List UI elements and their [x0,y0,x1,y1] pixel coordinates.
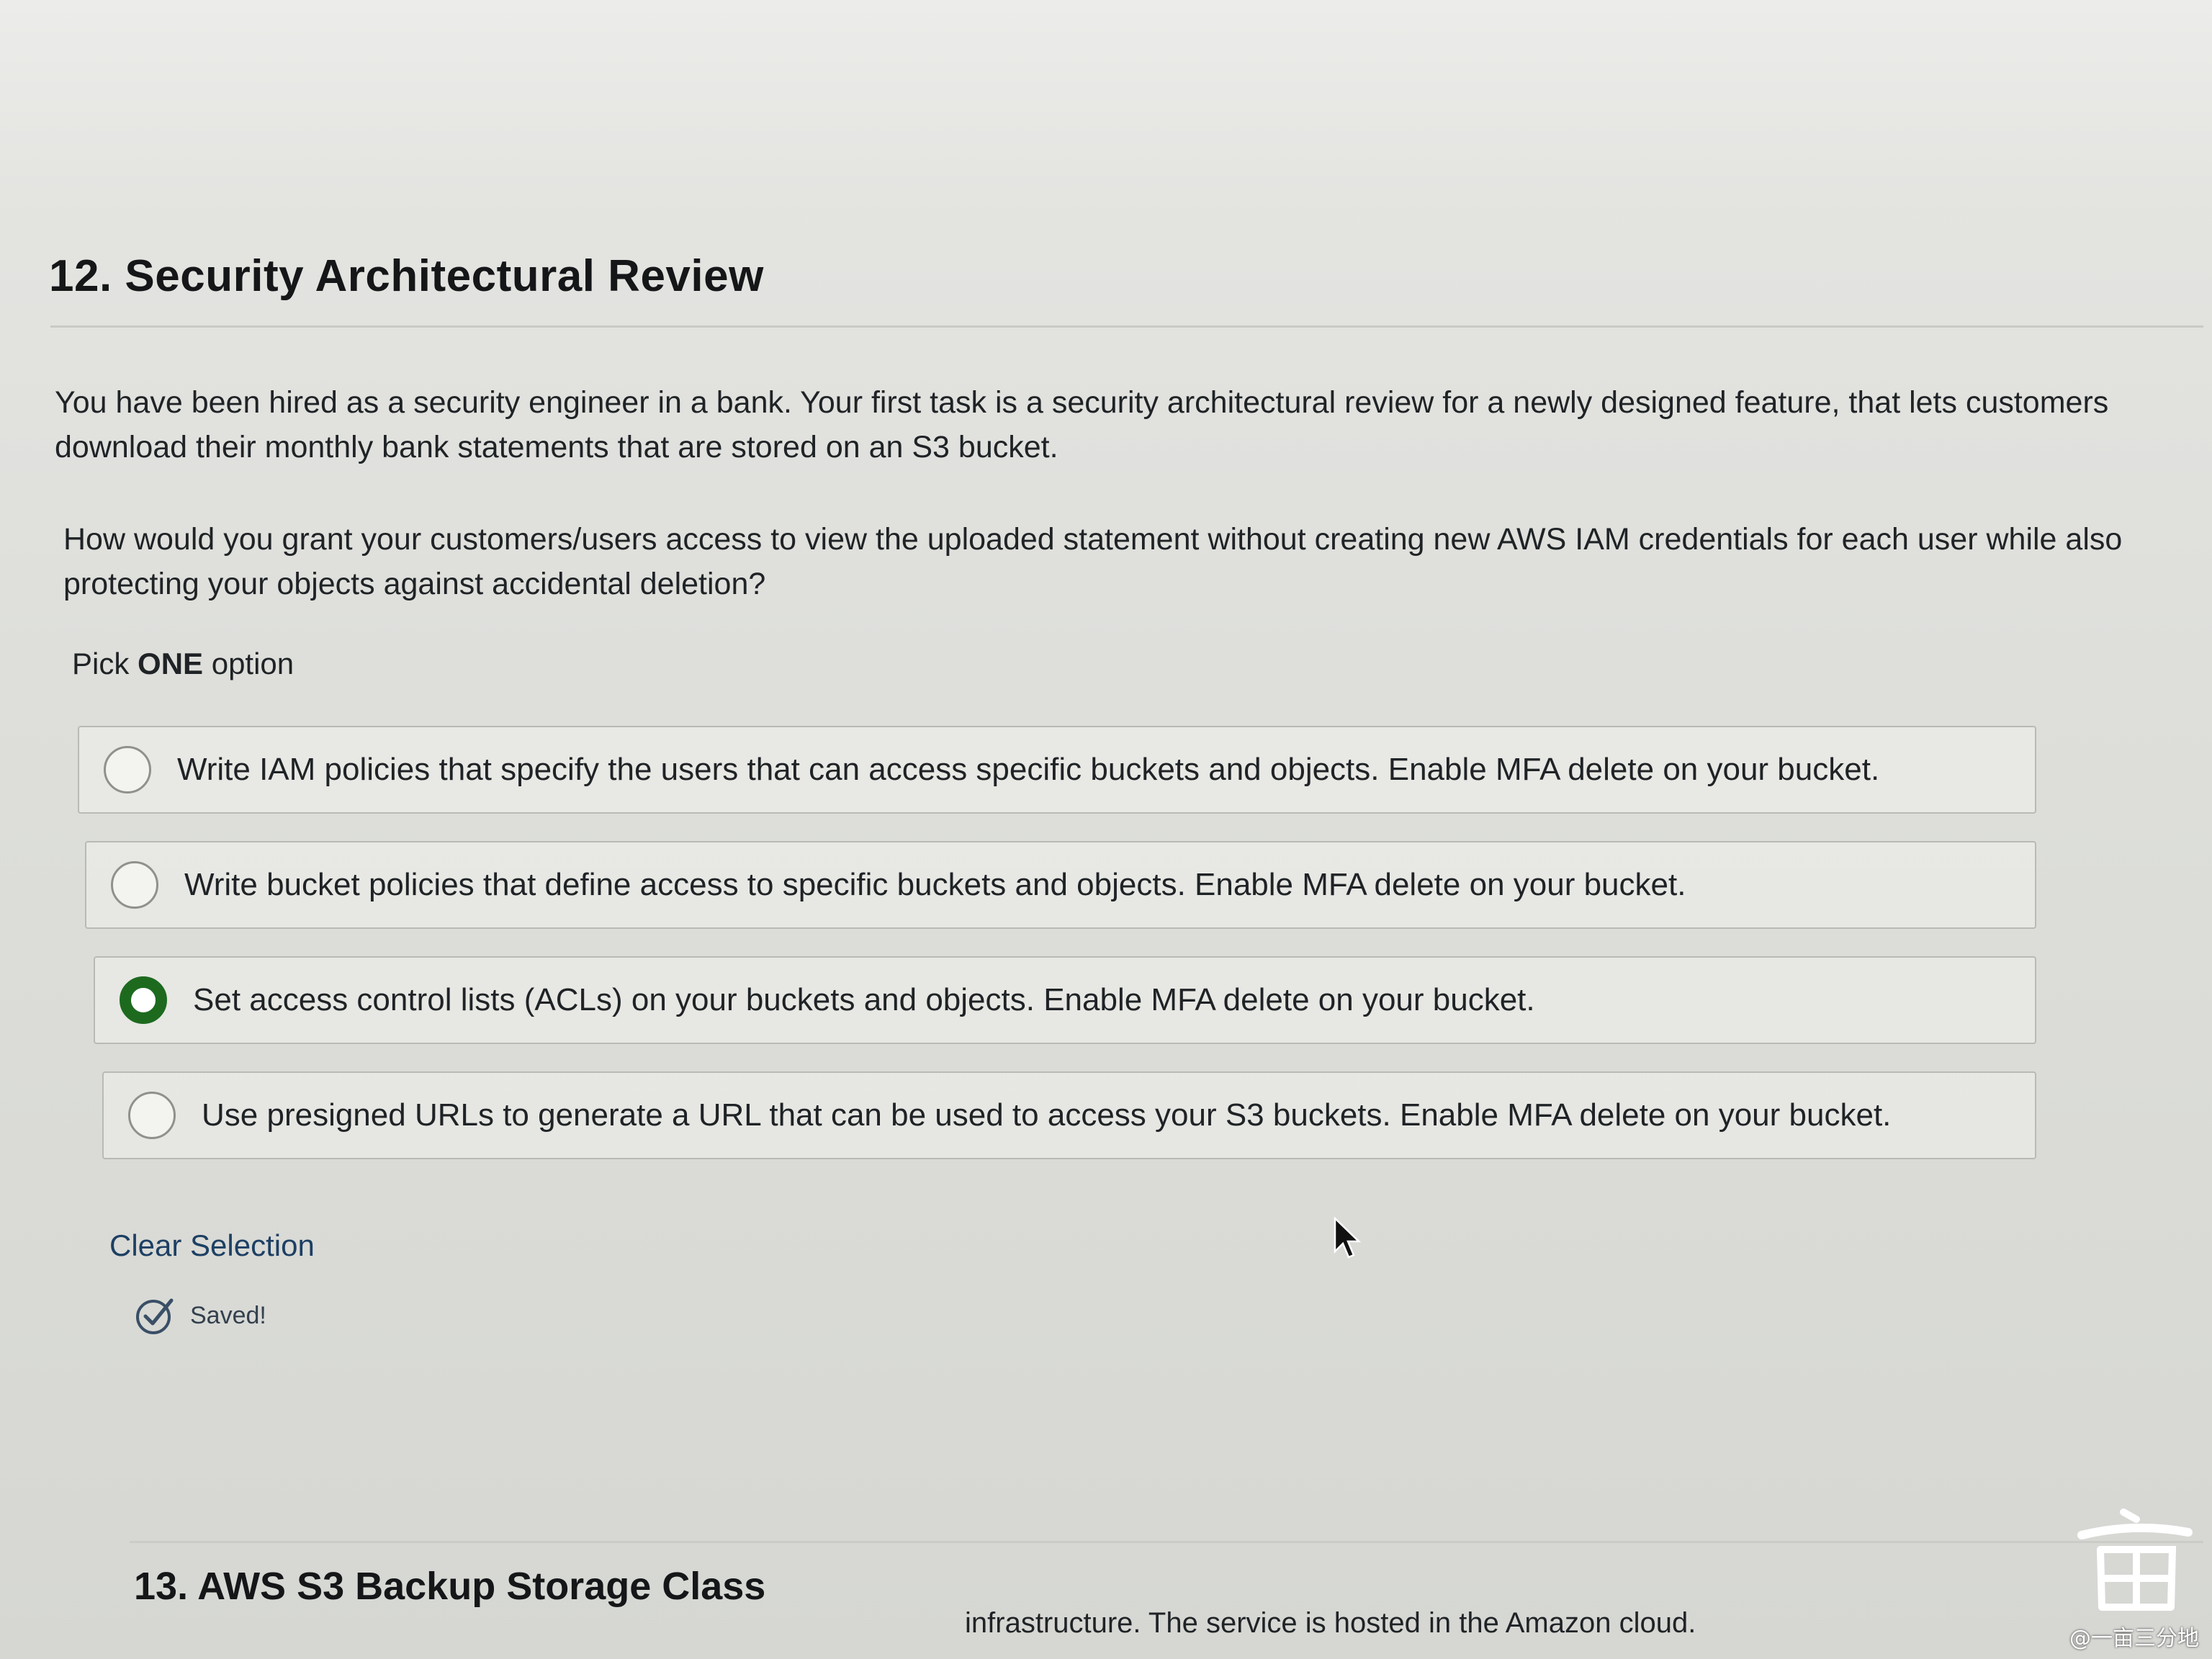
next-question-title: 13. AWS S3 Backup Storage Class [134,1565,766,1608]
option-4-label: Use presigned URLs to generate a URL tha… [202,1097,1892,1133]
pick-emphasis: ONE [138,647,204,680]
watermark: @一亩三分地 [2069,1506,2199,1652]
radio-button-option-1[interactable] [104,746,151,793]
option-4[interactable]: Use presigned URLs to generate a URL tha… [102,1071,2036,1159]
question-context: You have been hired as a security engine… [55,385,2109,464]
check-circle-icon [136,1298,174,1334]
watermark-logo-icon [2077,1509,2193,1611]
pick-prefix: Pick [72,647,130,680]
top-blank-area [0,0,2212,216]
question-prompt: How would you grant your customers/users… [63,522,2123,601]
mouse-pointer-icon [1334,1217,1361,1259]
option-1-label: Write IAM policies that specify the user… [177,752,1880,787]
next-question-divider [130,1541,2203,1543]
saved-status: Saved! [134,1295,266,1336]
options-list: Write IAM policies that specify the user… [78,726,2036,1187]
radio-button-option-4[interactable] [128,1092,176,1139]
next-question-text: infrastructure. The service is hosted in… [965,1607,1696,1639]
radio-button-option-2[interactable] [111,861,158,909]
radio-button-option-3-selected[interactable] [120,976,167,1024]
clear-selection-link[interactable]: Clear Selection [109,1228,315,1263]
option-3-label: Set access control lists (ACLs) on your … [193,982,1535,1017]
saved-label: Saved! [190,1301,266,1329]
title-divider [50,325,2203,328]
option-1[interactable]: Write IAM policies that specify the user… [78,726,2036,814]
pick-instruction: Pick ONE option [72,647,294,681]
pick-suffix: option [211,647,295,680]
question-title: 12. Security Architectural Review [49,251,764,301]
option-2[interactable]: Write bucket policies that define access… [85,841,2036,929]
option-3[interactable]: Set access control lists (ACLs) on your … [94,956,2036,1044]
option-2-label: Write bucket policies that define access… [184,867,1686,902]
page: 12. Security Architectural Review You ha… [0,0,2212,1659]
watermark-handle: @一亩三分地 [2069,1626,2199,1651]
